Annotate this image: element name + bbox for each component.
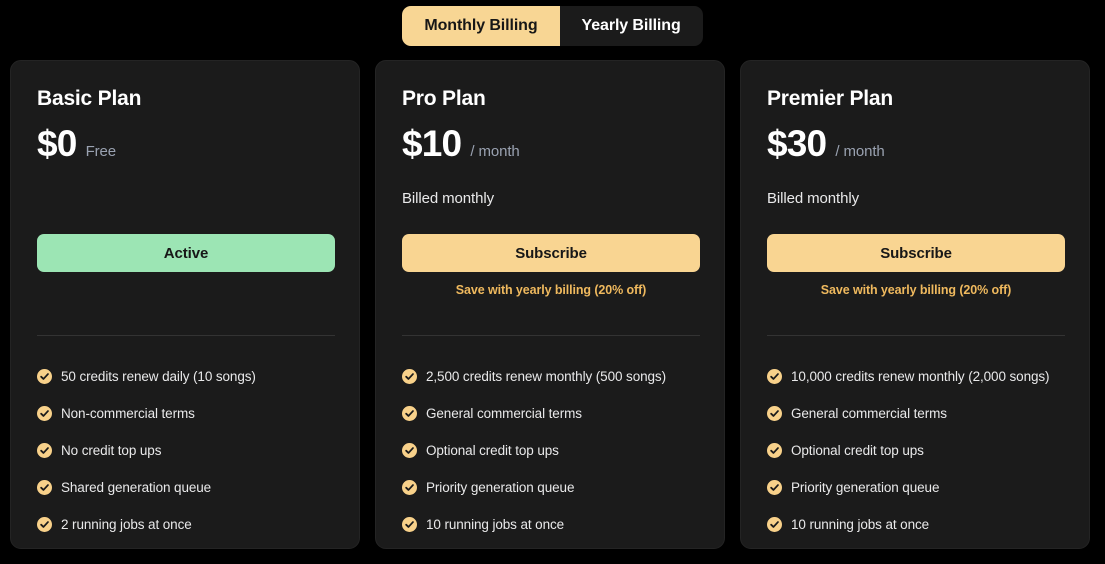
check-circle-icon	[402, 443, 417, 458]
card-divider	[402, 335, 700, 336]
feature-item: 2 running jobs at once	[37, 506, 347, 543]
feature-label: 2,500 credits renew monthly (500 songs)	[426, 369, 666, 384]
plan-price-period: / month	[470, 143, 520, 160]
check-circle-icon	[37, 443, 52, 458]
billing-toggle-option-monthly[interactable]: Monthly Billing	[402, 6, 560, 46]
check-circle-icon	[767, 369, 782, 384]
check-circle-icon	[767, 480, 782, 495]
pricing-card-list: Basic Plan $0 Free Active 50 credits renew d…	[10, 60, 1090, 549]
billing-toggle-option-yearly[interactable]: Yearly Billing	[560, 6, 703, 46]
feature-label: Shared generation queue	[61, 480, 212, 495]
feature-item: Priority generation queue	[402, 469, 712, 506]
check-circle-icon	[402, 406, 417, 421]
billing-frequency-note: Billed monthly	[767, 190, 859, 207]
billing-frequency-note: Billed monthly	[402, 190, 494, 207]
check-circle-icon	[37, 406, 52, 421]
check-circle-icon	[37, 369, 52, 384]
feature-list: 50 credits renew daily (10 songs) Non-com…	[37, 358, 347, 543]
feature-list: 10,000 credits renew monthly (2,000 song…	[767, 358, 1077, 543]
feature-item: General commercial terms	[402, 395, 712, 432]
feature-label: General commercial terms	[426, 406, 582, 421]
check-circle-icon	[402, 480, 417, 495]
feature-item: 10,000 credits renew monthly (2,000 song…	[767, 358, 1077, 395]
plan-price-amount: $30	[767, 123, 827, 164]
plan-price-row: $30 / month	[767, 125, 1063, 169]
pricing-card: Basic Plan $0 Free Active 50 credits renew d…	[10, 60, 360, 549]
check-circle-icon	[37, 517, 52, 532]
yearly-savings-link[interactable]: Save with yearly billing (20% off)	[402, 283, 700, 297]
feature-item: 50 credits renew daily (10 songs)	[37, 358, 347, 395]
check-circle-icon	[767, 443, 782, 458]
plan-price-row: $10 / month	[402, 125, 698, 169]
feature-item: General commercial terms	[767, 395, 1077, 432]
feature-item: Optional credit top ups	[767, 432, 1077, 469]
plan-price-period: / month	[835, 143, 885, 160]
feature-label: 10 running jobs at once	[426, 517, 565, 532]
check-circle-icon	[767, 406, 782, 421]
plan-cta-button[interactable]: Active	[37, 234, 335, 272]
feature-item: Optional credit top ups	[402, 432, 712, 469]
billing-period-toggle[interactable]: Monthly Billing Yearly Billing	[402, 6, 703, 46]
feature-label: General commercial terms	[791, 406, 947, 421]
feature-label: 50 credits renew daily (10 songs)	[61, 369, 256, 384]
plan-title: Basic Plan	[37, 87, 142, 110]
feature-item: No credit top ups	[37, 432, 347, 469]
pricing-card: Premier Plan $30 / month Billed monthly Subs…	[740, 60, 1090, 549]
plan-price-amount: $0	[37, 123, 77, 164]
feature-label: No credit top ups	[61, 443, 162, 458]
billing-toggle-bar: Monthly Billing Yearly Billing	[0, 0, 1105, 52]
feature-list: 2,500 credits renew monthly (500 songs) G…	[402, 358, 712, 543]
feature-label: 2 running jobs at once	[61, 517, 192, 532]
plan-price-period: Free	[85, 143, 117, 160]
feature-item: 10 running jobs at once	[767, 506, 1077, 543]
plan-price-amount: $10	[402, 123, 462, 164]
card-divider	[37, 335, 335, 336]
plan-price-row: $0 Free	[37, 125, 333, 169]
check-circle-icon	[402, 517, 417, 532]
feature-label: 10 running jobs at once	[791, 517, 930, 532]
plan-title: Pro Plan	[402, 87, 486, 110]
pricing-card: Pro Plan $10 / month Billed monthly Subscrib…	[375, 60, 725, 549]
feature-item: Shared generation queue	[37, 469, 347, 506]
plan-cta-button[interactable]: Subscribe	[767, 234, 1065, 272]
feature-label: Non-commercial terms	[61, 406, 195, 421]
check-circle-icon	[37, 480, 52, 495]
feature-label: Optional credit top ups	[791, 443, 924, 458]
feature-item: Priority generation queue	[767, 469, 1077, 506]
feature-label: Priority generation queue	[426, 480, 575, 495]
check-circle-icon	[767, 517, 782, 532]
check-circle-icon	[402, 369, 417, 384]
feature-item: Non-commercial terms	[37, 395, 347, 432]
plan-title: Premier Plan	[767, 87, 893, 110]
feature-item: 10 running jobs at once	[402, 506, 712, 543]
feature-label: 10,000 credits renew monthly (2,000 song…	[791, 369, 1050, 384]
feature-label: Optional credit top ups	[426, 443, 559, 458]
feature-label: Priority generation queue	[791, 480, 940, 495]
card-divider	[767, 335, 1065, 336]
plan-cta-button[interactable]: Subscribe	[402, 234, 700, 272]
yearly-savings-link[interactable]: Save with yearly billing (20% off)	[767, 283, 1065, 297]
feature-item: 2,500 credits renew monthly (500 songs)	[402, 358, 712, 395]
